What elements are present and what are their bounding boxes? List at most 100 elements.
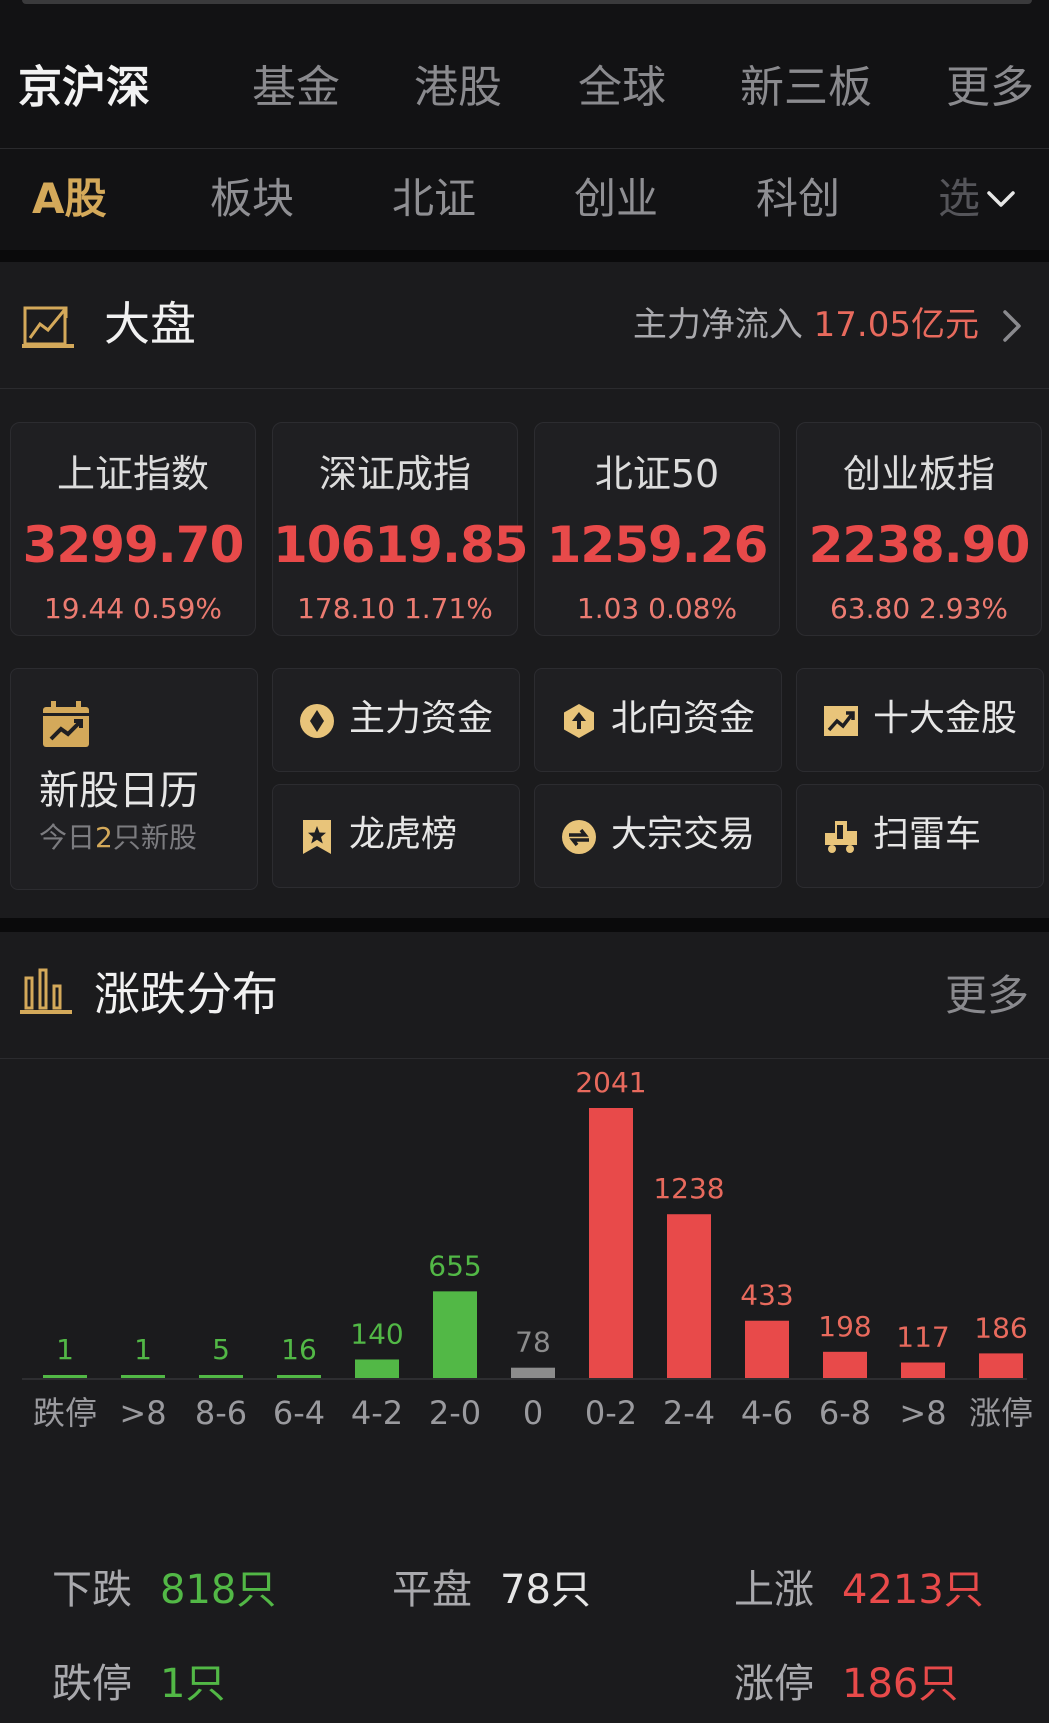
tab-neeq[interactable]: 新三板 [740,58,872,118]
chart-value-label: 655 [428,1249,481,1282]
northbound-fund-button[interactable]: 北向资金 [534,668,782,772]
trend-box-icon [824,706,858,736]
minesweeper-button[interactable]: 扫雷车 [796,784,1044,888]
chart-bar [589,1108,633,1378]
chart-category-label: 8-6 [195,1394,247,1432]
chart-category-label: 跌停 [33,1394,97,1432]
tab-chinext[interactable]: 创业 [574,169,658,229]
index-change: 19.44 0.59% [43,592,222,625]
summary-up: 上涨 4213只 [734,1562,984,1618]
tool-label: 大宗交易 [611,814,756,855]
top-ten-stocks-button[interactable]: 十大金股 [796,668,1044,772]
index-change: 178.10 1.71% [297,592,493,625]
diamond-circle-icon [300,704,334,738]
chart-value-label: 2041 [575,1066,646,1099]
index-value: 2238.90 [808,516,1031,574]
block-trade-button[interactable]: 大宗交易 [534,784,782,888]
index-card-shanghai[interactable]: 上证指数 3299.70 19.44 0.59% [10,422,256,636]
market-header[interactable]: 大盘 主力净流入 17.05亿元 [0,262,1049,389]
tab-star[interactable]: 科创 [756,169,840,229]
flat-value: 78只 [500,1567,591,1613]
summary-limit-down: 跌停 1只 [52,1656,225,1712]
tab-bse[interactable]: 北证 [392,169,476,229]
index-name: 创业板指 [842,452,995,496]
ipo-title: 新股日历 [39,768,199,814]
ipo-subtitle: 今日2只新股 [39,819,197,857]
tab-select[interactable]: 选 [938,169,980,229]
main-fund-button[interactable]: 主力资金 [272,668,520,772]
truck-icon [825,821,857,853]
chart-value-label: 78 [515,1326,551,1359]
chart-bar [979,1353,1023,1378]
chart-category-label: 涨停 [969,1394,1033,1432]
chart-value-label: 1238 [653,1172,724,1205]
summary-limit-up: 涨停 186只 [734,1656,958,1712]
chart-value-label: 186 [974,1311,1027,1344]
chart-value-label: 5 [212,1333,230,1366]
down-label: 下跌 [52,1567,132,1613]
top-edge [22,0,1032,4]
chart-category-label: 4-6 [741,1394,793,1432]
ipo-calendar-tile[interactable]: 新股日历 今日2只新股 [10,668,258,890]
tab-global[interactable]: 全球 [578,58,666,118]
main-net-inflow: 主力净流入 17.05亿元 [633,302,979,348]
index-name: 深证成指 [318,452,471,496]
chart-value-label: 117 [896,1321,949,1354]
ipo-sub-suffix: 只新股 [112,821,197,854]
chart-category-label: 4-2 [351,1394,403,1432]
distribution-header: 涨跌分布 更多 [0,932,1049,1059]
limit-down-label: 跌停 [52,1661,132,1707]
index-name: 上证指数 [56,452,209,496]
chart-bar [823,1351,867,1378]
chart-bar [277,1375,321,1378]
tool-label: 龙虎榜 [349,814,458,855]
limit-up-label: 涨停 [734,1661,814,1707]
chart-value-label: 1 [56,1333,74,1366]
tab-fund[interactable]: 基金 [252,58,340,118]
chart-value-label: 16 [281,1333,317,1366]
chart-bar [199,1375,243,1378]
tab-a-share[interactable]: A股 [32,169,107,229]
market-chart-icon [22,306,74,348]
chart-bar [355,1359,399,1378]
calendar-icon [43,701,89,747]
index-card-shenzhen[interactable]: 深证成指 10619.85 178.10 1.71% [272,422,529,636]
summary-flat: 平盘 78只 [392,1562,591,1618]
distribution-title: 涨跌分布 [94,967,278,1021]
chart-category-label: 0-2 [585,1394,637,1432]
chart-category-label: >8 [899,1394,946,1432]
chevron-down-icon[interactable] [985,183,1017,215]
flat-label: 平盘 [392,1567,472,1613]
chart-bar [433,1291,477,1378]
chart-bar [43,1375,87,1378]
index-change: 63.80 2.93% [829,592,1008,625]
tool-label: 十大金股 [873,698,1018,739]
tab-more[interactable]: 更多 [946,58,1034,118]
chart-category-label: 6-8 [819,1394,871,1432]
chart-category-label: 2-4 [663,1394,715,1432]
chart-category-label: >8 [119,1394,166,1432]
index-card-chinext[interactable]: 创业板指 2238.90 63.80 2.93% [796,422,1042,636]
chart-bar [511,1367,555,1378]
chart-bar [121,1375,165,1378]
index-change: 1.03 0.08% [576,592,738,625]
ipo-sub-prefix: 今日 [39,821,96,854]
tool-label: 北向资金 [611,698,756,739]
chart-value-label: 198 [818,1310,871,1343]
up-label: 上涨 [734,1567,814,1613]
bar-chart-icon [20,968,72,1014]
distribution-more-link[interactable]: 更多 [945,966,1029,1026]
limit-up-value: 186只 [842,1661,959,1707]
tab-jinghushen[interactable]: 京沪深 [18,58,150,118]
tab-sector[interactable]: 板块 [210,169,294,229]
index-value: 1259.26 [546,516,769,574]
bookmark-star-icon [303,820,331,854]
tool-label: 扫雷车 [873,814,982,855]
chart-bar [667,1214,711,1378]
dragon-tiger-button[interactable]: 龙虎榜 [272,784,520,888]
tab-hk-stock[interactable]: 港股 [414,58,502,118]
index-card-bse50[interactable]: 北证50 1259.26 1.03 0.08% [534,422,780,636]
flow-label: 主力净流入 [632,305,803,345]
chart-bar [745,1320,789,1378]
chevron-right-icon[interactable] [997,306,1027,346]
